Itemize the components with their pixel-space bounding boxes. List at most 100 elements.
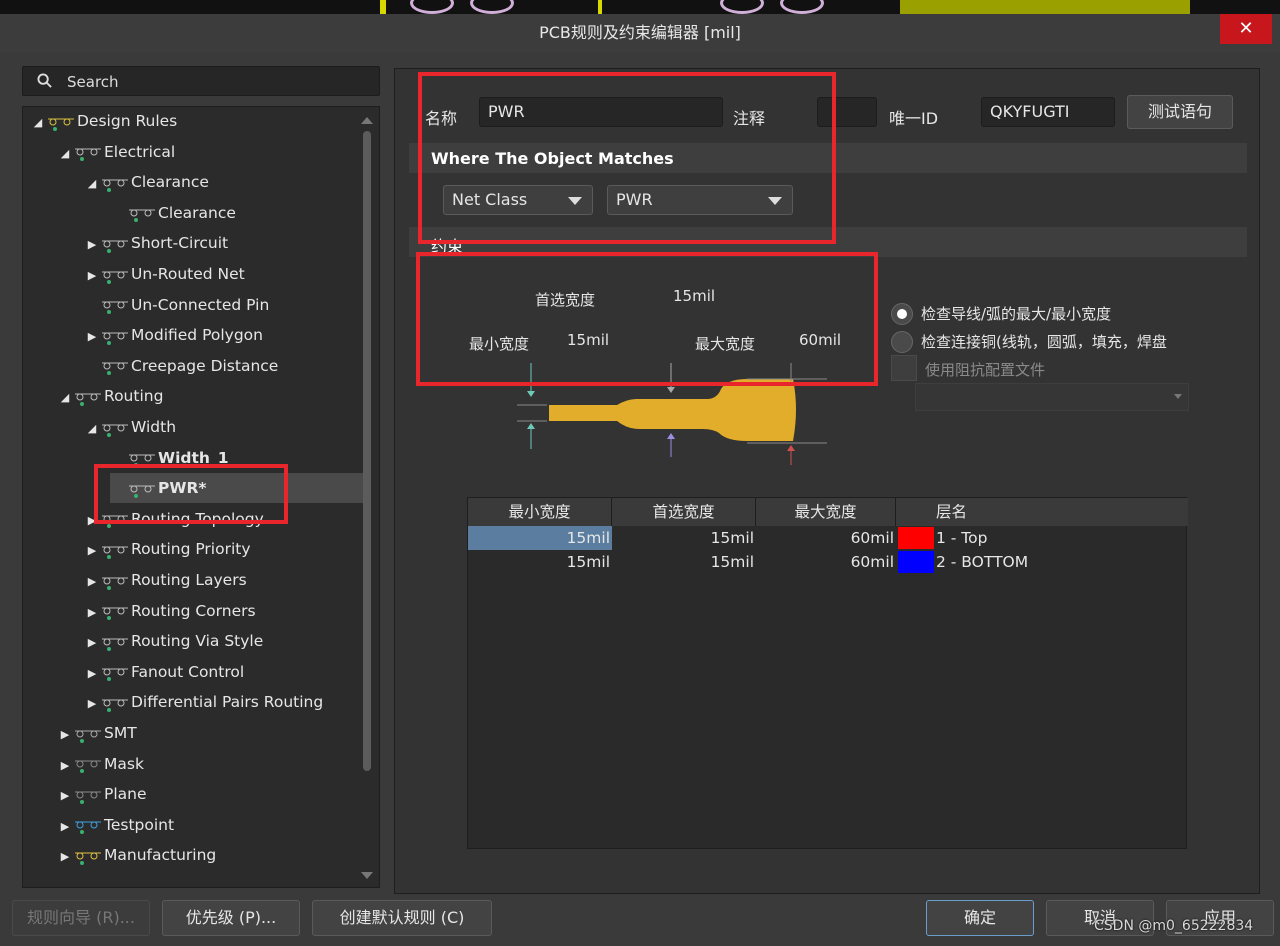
tree-item[interactable]: ◢ Routing bbox=[56, 381, 363, 411]
check-connected-copper-radio[interactable] bbox=[891, 331, 913, 353]
cell-max-width[interactable]: 60mil bbox=[756, 526, 896, 550]
tree-item[interactable]: ▶ Fanout Control bbox=[83, 657, 363, 687]
col-layer-name[interactable]: 层名 bbox=[896, 498, 1188, 526]
create-default-rules-button[interactable]: 创建默认规则 (C) bbox=[312, 900, 492, 936]
impedance-profile-select[interactable] bbox=[915, 383, 1189, 411]
tree-item[interactable]: ▶ SMT bbox=[56, 718, 363, 748]
rule-wizard-button[interactable]: 规则向导 (R)... bbox=[12, 900, 150, 936]
tree-item-label: Manufacturing bbox=[104, 846, 217, 865]
tree-item[interactable]: Clearance bbox=[110, 198, 363, 228]
expand-toggle-icon[interactable]: ▶ bbox=[83, 261, 101, 291]
tree-item[interactable]: ▶ Routing Corners bbox=[83, 596, 363, 626]
tree-item[interactable]: ◢ Electrical bbox=[56, 137, 363, 167]
expand-toggle-icon[interactable]: ▶ bbox=[83, 567, 101, 597]
ok-button[interactable]: 确定 bbox=[926, 900, 1034, 936]
tree-item[interactable]: ◢ Clearance bbox=[83, 167, 363, 197]
expand-toggle-icon[interactable]: ▶ bbox=[83, 230, 101, 260]
expand-toggle-icon[interactable]: ◢ bbox=[29, 108, 47, 138]
tree-item[interactable]: ▶ Routing Layers bbox=[83, 565, 363, 595]
cell-max-width[interactable]: 60mil bbox=[756, 550, 896, 574]
expand-toggle-icon[interactable]: ▶ bbox=[83, 628, 101, 658]
expand-toggle-icon[interactable]: ▶ bbox=[83, 659, 101, 689]
col-max-width[interactable]: 最大宽度 bbox=[756, 498, 896, 526]
check-min-max-width-radio[interactable] bbox=[891, 303, 913, 325]
table-row[interactable]: 15mil 15mil 60mil 1 - Top bbox=[468, 526, 1188, 550]
tree-item[interactable]: ▶ Testpoint bbox=[56, 810, 363, 840]
check-min-max-width-label: 检查导线/弧的最大/最小宽度 bbox=[921, 305, 1112, 323]
tree-item[interactable]: ▶ Mask bbox=[56, 749, 363, 779]
expand-toggle-icon[interactable]: ▶ bbox=[56, 781, 74, 811]
close-button[interactable]: ✕ bbox=[1220, 14, 1272, 44]
tree-item-label: Width bbox=[131, 418, 177, 436]
tree-item-label: SMT bbox=[104, 724, 137, 742]
layer-color-swatch bbox=[898, 551, 934, 573]
background-pcb-strip bbox=[0, 0, 1280, 14]
tree-item[interactable]: ◢ Design Rules bbox=[29, 107, 363, 138]
expand-toggle-icon[interactable]: ▶ bbox=[56, 751, 74, 781]
fanout-icon bbox=[101, 659, 129, 685]
tree-item[interactable]: ▶ Short-Circuit bbox=[83, 228, 363, 258]
table-row[interactable]: 15mil 15mil 60mil 2 - BOTTOM bbox=[468, 550, 1188, 574]
smt-icon bbox=[74, 721, 102, 747]
tree-item-label: Testpoint bbox=[104, 815, 175, 834]
tree-scrollbar[interactable] bbox=[363, 131, 371, 771]
search-input[interactable]: Search bbox=[22, 66, 380, 96]
routing-corners-icon bbox=[101, 598, 129, 624]
tree-item-label: Routing Layers bbox=[131, 571, 247, 589]
layer-width-table: 最小宽度 首选宽度 最大宽度 层名 15mil 15mil 60mil 1 - … bbox=[467, 497, 1188, 849]
highlight-box-constraints bbox=[416, 252, 878, 386]
cell-preferred-width[interactable]: 15mil bbox=[612, 550, 756, 574]
tree-item[interactable]: ▶ Differential Pairs Routing bbox=[83, 687, 363, 717]
unconnected-pin-icon bbox=[101, 292, 129, 318]
expand-toggle-icon[interactable]: ◢ bbox=[56, 139, 74, 169]
expand-toggle-icon[interactable]: ▶ bbox=[83, 598, 101, 628]
expand-toggle-icon[interactable]: ▶ bbox=[56, 720, 74, 750]
tree-item[interactable]: ◢ Width bbox=[83, 412, 363, 442]
cell-min-width[interactable]: 15mil bbox=[468, 526, 612, 550]
priorities-button[interactable]: 优先级 (P)... bbox=[162, 900, 300, 936]
test-query-button[interactable]: 测试语句 bbox=[1127, 95, 1233, 129]
tree-item-label: Clearance bbox=[158, 203, 236, 222]
expand-toggle-icon[interactable]: ◢ bbox=[83, 169, 101, 199]
expand-toggle-icon[interactable]: ▶ bbox=[83, 322, 101, 352]
impedance-checkbox[interactable] bbox=[891, 355, 917, 381]
expand-toggle-icon[interactable]: ◢ bbox=[83, 414, 101, 444]
tree-item[interactable]: ▶ Routing Via Style bbox=[83, 626, 363, 656]
col-min-width[interactable]: 最小宽度 bbox=[468, 498, 612, 526]
tree-item[interactable]: ▶ Modified Polygon bbox=[83, 320, 363, 350]
cell-min-width[interactable]: 15mil bbox=[468, 550, 612, 574]
uid-field[interactable]: QKYFUGTI bbox=[981, 97, 1115, 127]
check-connected-copper-label: 检查连接铜(线轨，圆弧，填充，焊盘 bbox=[921, 333, 1167, 351]
title-bar: PCB规则及约束编辑器 [mil] ✕ bbox=[0, 14, 1280, 52]
cell-preferred-width[interactable]: 15mil bbox=[612, 526, 756, 550]
expand-toggle-icon[interactable]: ▶ bbox=[56, 812, 74, 842]
tree-item[interactable]: Un-Connected Pin bbox=[83, 290, 363, 320]
highlight-box-name-match bbox=[418, 72, 836, 244]
tree-item[interactable]: ▶ Un-Routed Net bbox=[83, 259, 363, 289]
scroll-down-arrow[interactable] bbox=[361, 872, 373, 879]
impedance-label: 使用阻抗配置文件 bbox=[925, 361, 1046, 379]
rules-editor-dialog: PCB规则及约束编辑器 [mil] ✕ Search ◢ Design Rules… bbox=[0, 14, 1280, 946]
testpoint-icon bbox=[74, 812, 102, 838]
expand-toggle-icon[interactable]: ▶ bbox=[56, 842, 74, 872]
tree-item[interactable]: Creepage Distance bbox=[83, 351, 363, 381]
tree-item-label: Routing Priority bbox=[131, 540, 251, 559]
routing-via-icon bbox=[101, 629, 129, 655]
routing-layers-icon bbox=[101, 568, 129, 594]
search-icon bbox=[37, 73, 52, 88]
expand-toggle-icon[interactable]: ▶ bbox=[83, 536, 101, 566]
expand-toggle-icon[interactable]: ◢ bbox=[56, 383, 74, 413]
tree-item-label: Short-Circuit bbox=[131, 234, 229, 253]
tree-item-label: Mask bbox=[104, 754, 144, 773]
tree-item[interactable]: ▶ Plane bbox=[56, 779, 363, 809]
expand-toggle-icon[interactable]: ▶ bbox=[83, 689, 101, 719]
creepage-icon bbox=[101, 353, 129, 379]
tree-item-label: Clearance bbox=[131, 173, 209, 192]
electrical-icon bbox=[74, 139, 102, 165]
layer-color-swatch bbox=[898, 527, 934, 549]
tree-item-label: Differential Pairs Routing bbox=[131, 693, 324, 712]
diff-pairs-icon bbox=[101, 690, 129, 716]
tree-item[interactable]: ▶ Routing Priority bbox=[83, 534, 363, 564]
col-preferred-width[interactable]: 首选宽度 bbox=[612, 498, 756, 526]
tree-item[interactable]: ▶ Manufacturing bbox=[56, 840, 363, 870]
